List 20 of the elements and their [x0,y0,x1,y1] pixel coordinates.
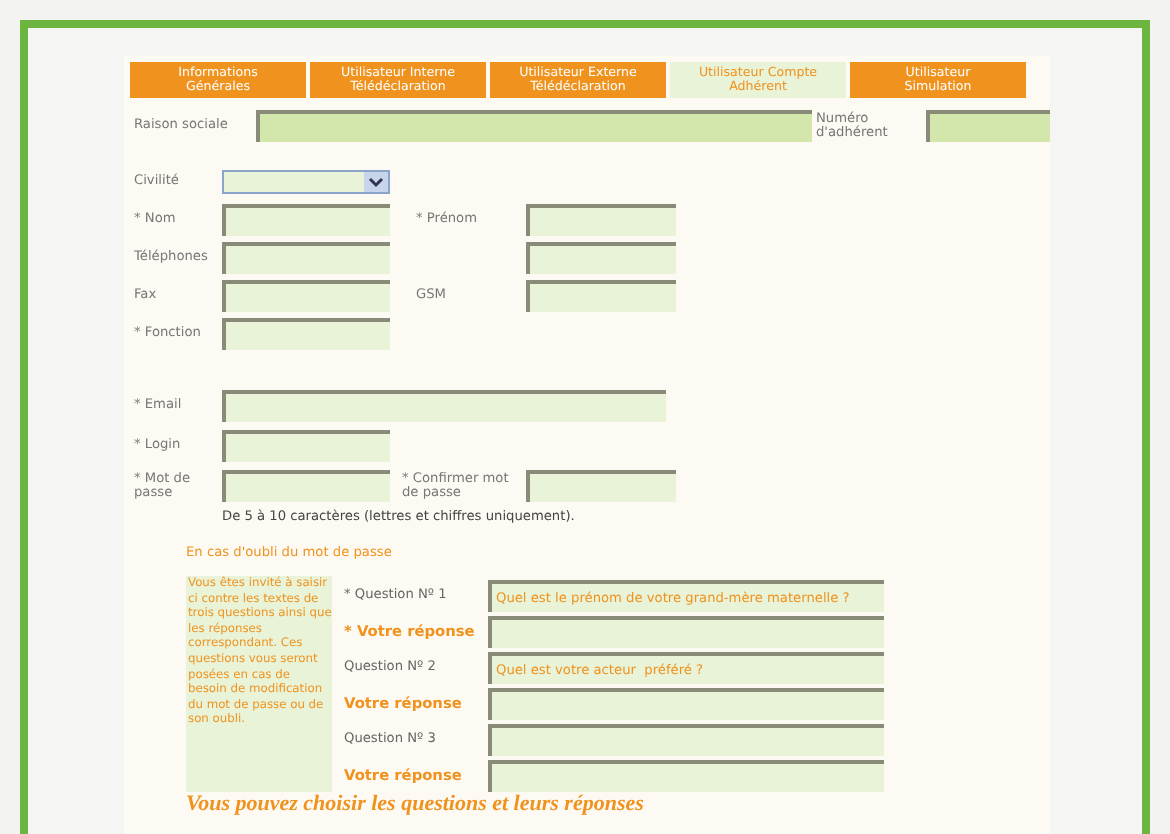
text-field[interactable] [526,280,676,312]
answer-field[interactable] [488,616,884,648]
question-field[interactable] [488,724,884,756]
text-field[interactable] [526,242,676,274]
civilite-select[interactable] [222,170,390,194]
text-field[interactable] [222,204,390,236]
answer-field[interactable] [488,688,884,720]
text-field[interactable] [222,280,390,312]
confirm-password-field[interactable] [526,470,676,502]
raison-sociale-field[interactable] [256,110,812,142]
text-field[interactable] [526,204,676,236]
password-field[interactable] [222,470,390,502]
text-field[interactable] [222,242,390,274]
recovery-footer-note: Vous pouvez choisir les questions et leurs réponses [186,792,646,816]
caret-icon [364,172,388,192]
answer-field[interactable] [488,760,884,792]
login-field[interactable] [222,430,390,462]
text-field[interactable] [222,318,390,350]
numero-field[interactable] [926,110,1050,142]
email-field[interactable] [222,390,666,422]
